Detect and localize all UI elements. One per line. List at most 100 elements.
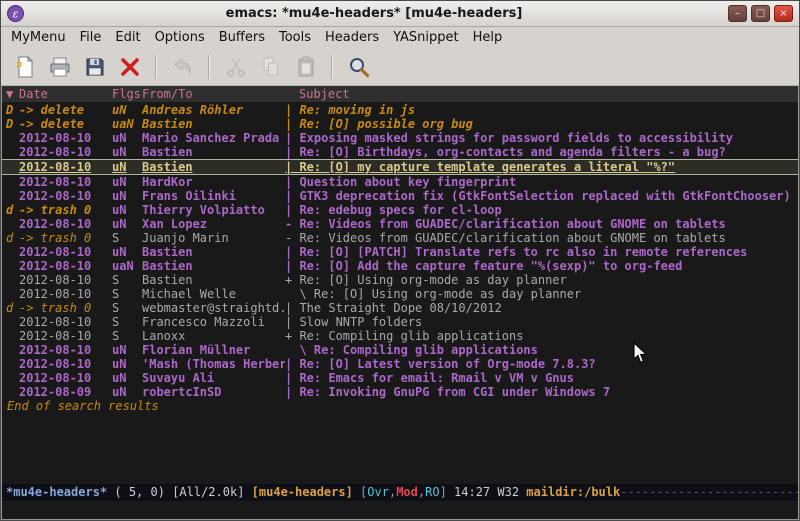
- date-cell: 2012-08-10: [19, 315, 112, 329]
- flags-cell: uN: [112, 343, 142, 357]
- date-cell: 2012-08-10: [19, 245, 112, 259]
- flags-cell: uN: [112, 160, 142, 174]
- flags-cell: uN: [112, 217, 142, 231]
- emacs-frame: ▼ Date Flgs From/To Subject D -> delete …: [1, 86, 799, 520]
- save-button[interactable]: [79, 52, 110, 82]
- subject-cell: | Re: [O] my capture template generates …: [285, 160, 798, 174]
- from-cell: Xan Lopez: [142, 217, 285, 231]
- message-row[interactable]: 2012-08-10 uN Bastien | Re: [O] Birthday…: [2, 145, 798, 159]
- mark-cell: [2, 287, 19, 301]
- subject-cell: | GTK3 deprecation fix (GtkFontSelection…: [285, 189, 798, 203]
- minibuffer[interactable]: [2, 501, 798, 519]
- menu-help[interactable]: Help: [466, 29, 510, 46]
- message-row[interactable]: 2012-08-09 uN robertcInSD | Re: Invoking…: [2, 385, 798, 399]
- menu-mymenu[interactable]: MyMenu: [4, 29, 73, 46]
- minimize-button[interactable]: –: [728, 5, 747, 22]
- cut-button[interactable]: [220, 52, 251, 82]
- message-row[interactable]: 2012-08-10 S Francesco Mazzoli | Slow NN…: [2, 315, 798, 329]
- message-row[interactable]: d -> trash 0 S Juanjo Marin - Re: Videos…: [2, 231, 798, 245]
- from-cell: Bastien: [142, 160, 285, 174]
- message-row[interactable]: D -> delete uaN Bastien | Re: [O] possib…: [2, 117, 798, 131]
- date-cell: 2012-08-10: [19, 357, 112, 371]
- window-title: emacs: *mu4e-headers* [mu4e-headers]: [24, 6, 724, 21]
- menu-headers[interactable]: Headers: [318, 29, 386, 46]
- print-button[interactable]: [44, 52, 75, 82]
- flags-cell: S: [112, 329, 142, 343]
- new-file-button[interactable]: [9, 52, 40, 82]
- menu-file[interactable]: File: [73, 29, 109, 46]
- column-header-flags[interactable]: Flgs: [112, 86, 142, 102]
- message-row[interactable]: 2012-08-10 uN Xan Lopez - Re: Videos fro…: [2, 217, 798, 231]
- message-row[interactable]: D -> delete uN Andreas Röhler | Re: movi…: [2, 103, 798, 117]
- mark-cell: d: [2, 301, 19, 315]
- subject-cell: | Exposing masked strings for password f…: [285, 131, 798, 145]
- new-file-icon: [13, 55, 37, 79]
- mark-cell: [2, 175, 19, 189]
- flags-cell: uN: [112, 131, 142, 145]
- message-row[interactable]: 2012-08-10 uN Mario Sanchez Prada | Expo…: [2, 131, 798, 145]
- menu-yasnippet[interactable]: YASnippet: [386, 29, 466, 46]
- from-cell: Michael Welle: [142, 287, 285, 301]
- message-row[interactable]: 2012-08-10 uN 'Mash (Thomas Herbert) | R…: [2, 357, 798, 371]
- toolbar-separator: [155, 55, 157, 79]
- message-row[interactable]: 2012-08-10 uaN Bastien | Re: [O] Add the…: [2, 259, 798, 273]
- flags-cell: uaN: [112, 259, 142, 273]
- copy-button[interactable]: [255, 52, 286, 82]
- message-row[interactable]: 2012-08-10 uN Suvayu Ali | Re: Emacs for…: [2, 371, 798, 385]
- message-row[interactable]: 2012-08-10 S Michael Welle \ Re: [O] Usi…: [2, 287, 798, 301]
- column-header-from[interactable]: From/To: [142, 86, 285, 102]
- column-header-subject[interactable]: Subject: [285, 86, 798, 102]
- menu-buffers[interactable]: Buffers: [212, 29, 272, 46]
- paste-icon: [294, 55, 318, 79]
- from-cell: HardKor: [142, 175, 285, 189]
- toolbar-separator: [208, 55, 210, 79]
- maximize-button[interactable]: □: [751, 5, 770, 22]
- mark-cell: [2, 329, 19, 343]
- mode-line: *mu4e-headers* ( 5, 0) [All/2.0k] [mu4e-…: [2, 484, 798, 501]
- cut-icon: [224, 55, 248, 79]
- modeline-time: 14:27: [454, 485, 497, 499]
- flags-cell: uN: [112, 103, 142, 117]
- menu-options[interactable]: Options: [148, 29, 212, 46]
- date-cell: 2012-08-10: [19, 287, 112, 301]
- search-button[interactable]: [343, 52, 374, 82]
- message-row[interactable]: 2012-08-10 S Bastien + Re: [O] Using org…: [2, 273, 798, 287]
- menu-tools[interactable]: Tools: [272, 29, 318, 46]
- menu-edit[interactable]: Edit: [108, 29, 147, 46]
- sort-direction-icon[interactable]: ▼: [2, 86, 19, 102]
- message-row[interactable]: 2012-08-10 uN HardKor | Question about k…: [2, 175, 798, 189]
- titlebar[interactable]: ε emacs: *mu4e-headers* [mu4e-headers] –…: [1, 1, 799, 27]
- subject-cell: \ Re: Compiling glib applications: [285, 343, 798, 357]
- from-cell: Bastien: [142, 145, 285, 159]
- message-row[interactable]: 2012-08-10 uN Bastien | Re: [O] my captu…: [2, 159, 798, 175]
- undo-icon: [171, 55, 195, 79]
- message-row[interactable]: 2012-08-10 uN Frans Oilinki | GTK3 depre…: [2, 189, 798, 203]
- mark-cell: [2, 245, 19, 259]
- message-list[interactable]: D -> delete uN Andreas Röhler | Re: movi…: [2, 102, 798, 484]
- subject-cell: - Re: Videos from GUADEC/clarification a…: [285, 217, 798, 231]
- subject-cell: | Question about key fingerprint: [285, 175, 798, 189]
- from-cell: Bastien: [142, 273, 285, 287]
- kill-buffer-button[interactable]: [114, 52, 145, 82]
- paste-button[interactable]: [290, 52, 321, 82]
- undo-button[interactable]: [167, 52, 198, 82]
- message-row[interactable]: 2012-08-10 uN Bastien | Re: [O] [PATCH] …: [2, 245, 798, 259]
- from-cell: Florian Müllner: [142, 343, 285, 357]
- subject-cell: | Re: Emacs for email: Rmail v VM v Gnus: [285, 371, 798, 385]
- message-row[interactable]: 2012-08-10 uN Florian Müllner \ Re: Comp…: [2, 343, 798, 357]
- message-row[interactable]: 2012-08-10 S Lanoxx + Re: Compiling glib…: [2, 329, 798, 343]
- message-row[interactable]: d -> trash 0 uN Thierry Volpiatto | Re: …: [2, 203, 798, 217]
- date-cell: 2012-08-10: [19, 329, 112, 343]
- close-button[interactable]: ×: [774, 5, 793, 22]
- kill-buffer-icon: [118, 55, 142, 79]
- date-cell: 2012-08-10: [19, 160, 112, 174]
- column-header-date[interactable]: Date: [19, 86, 112, 102]
- date-cell: 2012-08-10: [19, 343, 112, 357]
- subject-cell: | Re: [O] Add the capture feature "%(sex…: [285, 259, 798, 273]
- subject-cell: | The Straight Dope 08/10/2012: [285, 301, 798, 315]
- message-row[interactable]: d -> trash 0 S webmaster@straightd... | …: [2, 301, 798, 315]
- mark-cell: [2, 315, 19, 329]
- svg-text:ε: ε: [13, 8, 19, 21]
- end-of-results: End of search results: [2, 399, 798, 413]
- mark-cell: [2, 160, 19, 174]
